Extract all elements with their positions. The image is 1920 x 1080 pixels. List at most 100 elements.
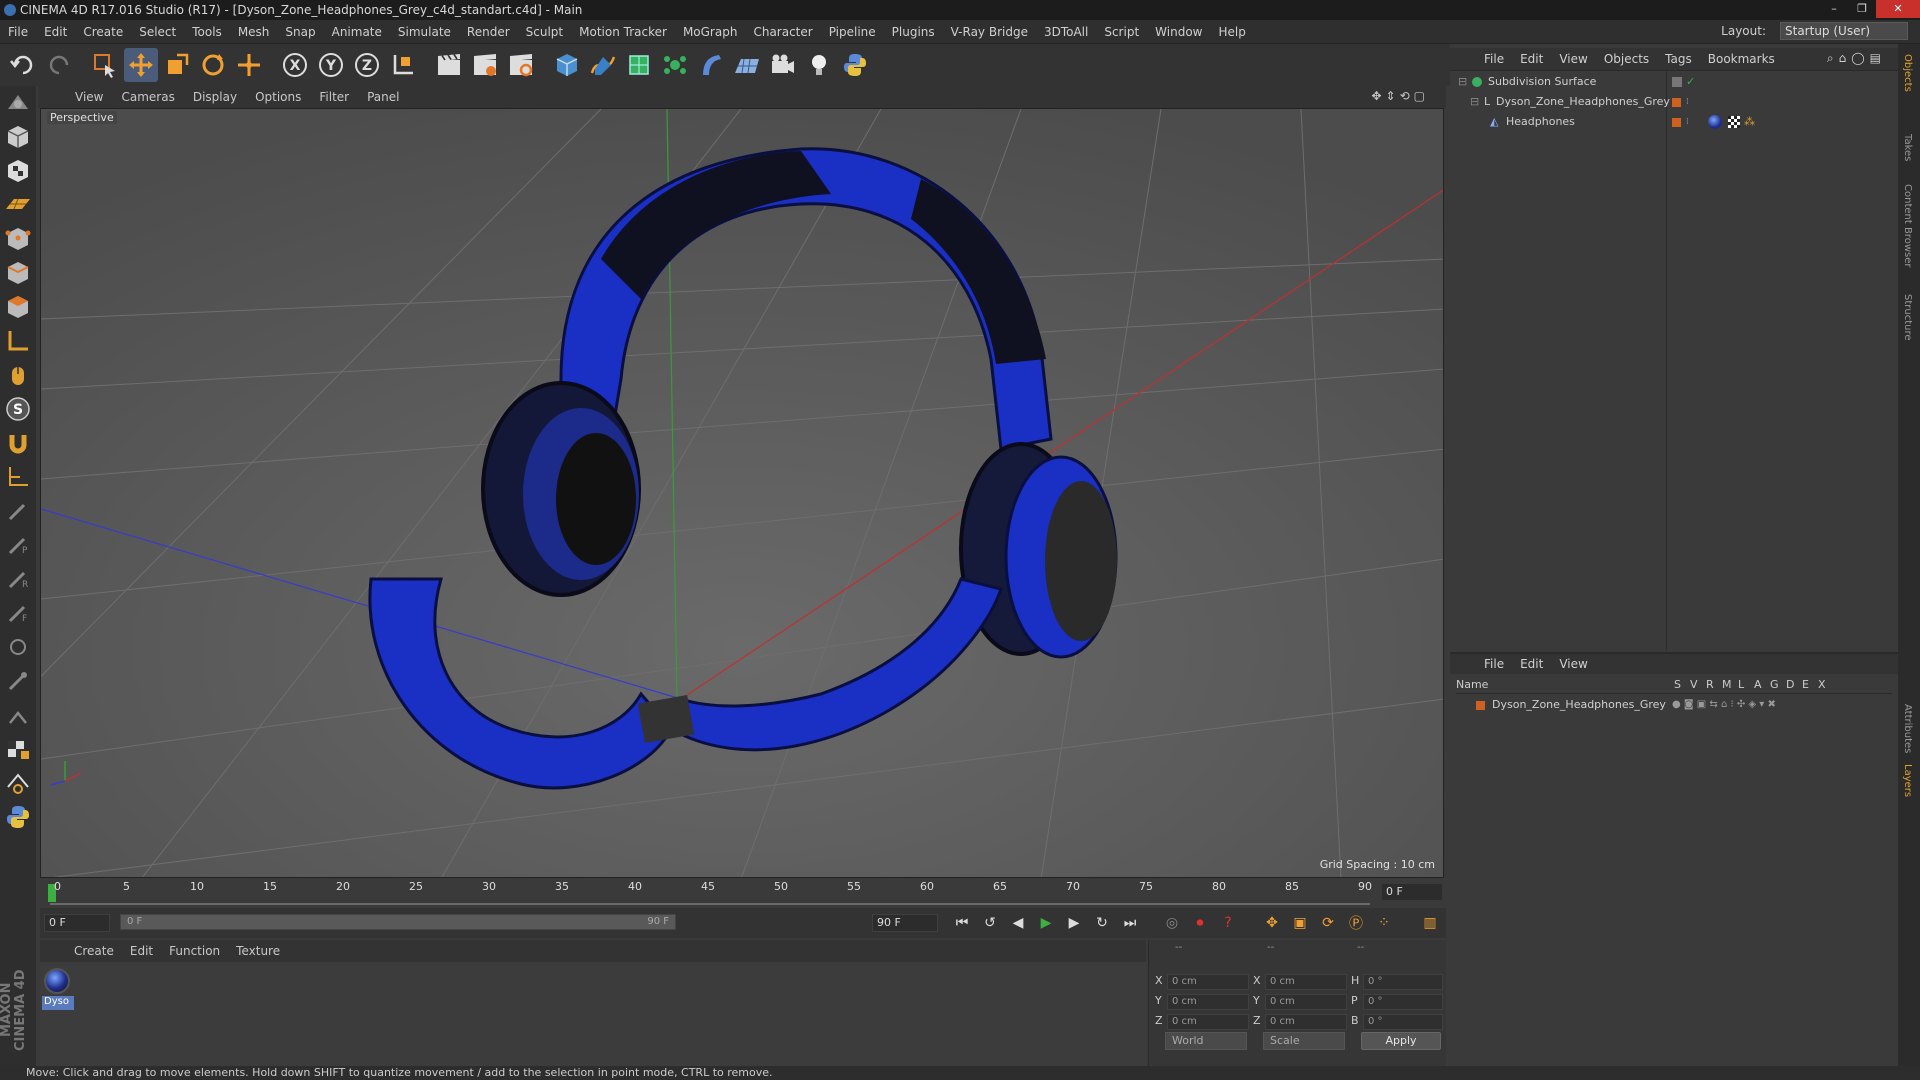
visibility-dots-icon[interactable]: ⁞ [1686, 113, 1689, 131]
menu-file[interactable]: File [0, 25, 36, 39]
polygons-mode-button[interactable] [0, 290, 36, 324]
tab-attributes[interactable]: Attributes [1902, 704, 1913, 753]
material-preview-icon[interactable] [44, 968, 70, 994]
render-to-picture-viewer-button[interactable] [468, 48, 502, 82]
rotate-tool-button[interactable] [196, 48, 230, 82]
menu-vray-bridge[interactable]: V-Ray Bridge [943, 25, 1036, 39]
render-settings-button[interactable] [504, 48, 538, 82]
points-mode-button[interactable] [0, 222, 36, 256]
lm-menu-edit[interactable]: Edit [1512, 657, 1551, 671]
add-cube-button[interactable] [550, 48, 584, 82]
coordinate-system-button[interactable] [386, 48, 420, 82]
tab-takes[interactable]: Takes [1902, 134, 1913, 161]
pull-brush-button[interactable]: P [0, 528, 36, 562]
add-floor-button[interactable] [730, 48, 764, 82]
menu-window[interactable]: Window [1147, 25, 1210, 39]
menu-animate[interactable]: Animate [324, 25, 390, 39]
add-camera-button[interactable] [766, 48, 800, 82]
texture-paint-button[interactable] [0, 732, 36, 766]
previous-frame-button[interactable]: ◀ [1006, 912, 1030, 934]
pos-x-field[interactable]: 0 cm [1167, 974, 1249, 990]
menu-sculpt[interactable]: Sculpt [518, 25, 571, 39]
add-deformer-button[interactable] [694, 48, 728, 82]
object-name[interactable]: Subdivision Surface [1488, 73, 1596, 91]
rot-b-field[interactable]: 0 ° [1363, 1014, 1443, 1030]
col-generators[interactable]: G [1770, 678, 1779, 691]
layer-swatch-icon[interactable] [1672, 98, 1681, 107]
key-rotation-button[interactable]: ⟳ [1316, 912, 1340, 934]
enabled-check-icon[interactable]: ✓ [1686, 73, 1695, 91]
pos-z-field[interactable]: 0 cm [1167, 1014, 1249, 1030]
viewport-menu-cameras[interactable]: Cameras [112, 90, 183, 104]
collapse-icon[interactable]: ⊟ [1470, 93, 1479, 111]
pinch-brush-button[interactable] [0, 698, 36, 732]
model-mode-button[interactable] [0, 120, 36, 154]
redo-button[interactable] [42, 48, 76, 82]
col-animation[interactable]: A [1754, 678, 1762, 691]
size-x-field[interactable]: 0 cm [1265, 974, 1347, 990]
add-mograph-button[interactable] [658, 48, 692, 82]
undo-button[interactable] [6, 48, 40, 82]
col-view[interactable]: V [1690, 678, 1698, 691]
menu-motion-tracker[interactable]: Motion Tracker [571, 25, 675, 39]
viewport-nav-icons[interactable]: ✥⇕⟲▢ [1362, 89, 1438, 103]
col-manager[interactable]: M [1722, 678, 1732, 691]
viewport-menu-view[interactable]: View [66, 90, 112, 104]
go-to-end-button[interactable]: ⏭ [1118, 912, 1142, 934]
viewport-menu-options[interactable]: Options [246, 90, 310, 104]
menu-3dtoall[interactable]: 3DToAll [1036, 25, 1096, 39]
tab-layers[interactable]: Layers [1902, 764, 1913, 797]
x-axis-lock-button[interactable]: X [278, 48, 312, 82]
snap-button[interactable]: S [0, 392, 36, 426]
add-light-button[interactable] [802, 48, 836, 82]
axis-mode-button[interactable] [0, 324, 36, 358]
make-editable-button[interactable] [0, 86, 36, 120]
perspective-viewport[interactable]: Perspective Grid Spacing : 10 cm [40, 108, 1444, 878]
col-xrefs[interactable]: X [1818, 678, 1826, 691]
viewport-menu-display[interactable]: Display [184, 90, 246, 104]
om-menu-tags[interactable]: Tags [1657, 52, 1700, 66]
pos-y-field[interactable]: 0 cm [1167, 994, 1249, 1010]
coordinate-mode-dropdown[interactable]: World [1165, 1032, 1247, 1050]
menu-mesh[interactable]: Mesh [230, 25, 278, 39]
record-keys-button[interactable]: ◎ [1160, 912, 1184, 934]
menu-create[interactable]: Create [75, 25, 131, 39]
auto-keying-button[interactable]: ⏺ [1188, 912, 1212, 934]
tab-content-browser[interactable]: Content Browser [1902, 184, 1913, 267]
material-name[interactable]: Dyso [42, 996, 74, 1010]
object-row[interactable]: ◭ Headphones ⁞ ⁂ [1450, 113, 1898, 131]
menu-select[interactable]: Select [131, 25, 184, 39]
col-solo[interactable]: S [1674, 678, 1681, 691]
smooth-brush-button[interactable]: R [0, 562, 36, 596]
uv-tool-button[interactable] [0, 766, 36, 800]
add-spline-button[interactable] [586, 48, 620, 82]
z-axis-lock-button[interactable]: Z [350, 48, 384, 82]
menu-simulate[interactable]: Simulate [390, 25, 459, 39]
key-point-level-button[interactable]: ⁘ [1372, 912, 1396, 934]
transform-mode-dropdown[interactable]: Scale [1263, 1032, 1345, 1050]
size-z-field[interactable]: 0 cm [1265, 1014, 1347, 1030]
go-to-start-button[interactable]: ⏮ [950, 912, 974, 934]
material-menu-texture[interactable]: Texture [228, 944, 288, 958]
python-script-button[interactable] [0, 800, 36, 834]
rot-p-field[interactable]: 0 ° [1363, 994, 1443, 1010]
move-tool-button[interactable] [124, 48, 158, 82]
menu-tools[interactable]: Tools [184, 25, 230, 39]
y-axis-lock-button[interactable]: Y [314, 48, 348, 82]
menu-help[interactable]: Help [1210, 25, 1253, 39]
object-name[interactable]: Headphones [1506, 113, 1575, 131]
menu-pipeline[interactable]: Pipeline [821, 25, 884, 39]
play-button[interactable]: ▶ [1034, 912, 1058, 934]
layer-toggle-icons[interactable]: ● ◙ ▣ ⇆ ⌂ ⁝ ✣ ◈ ▾ ✖ [1672, 696, 1776, 714]
layer-name[interactable]: Dyson_Zone_Headphones_Grey [1492, 696, 1666, 714]
col-expressions[interactable]: E [1802, 678, 1809, 691]
render-view-button[interactable] [432, 48, 466, 82]
lm-menu-file[interactable]: File [1476, 657, 1512, 671]
transform-tool-button[interactable] [232, 48, 266, 82]
current-frame-field[interactable]: 0 F [1382, 884, 1442, 900]
rot-h-field[interactable]: 0 ° [1363, 974, 1443, 990]
layer-color-swatch[interactable] [1476, 701, 1485, 710]
magnet-snap-button[interactable] [0, 426, 36, 460]
viewport-menu-filter[interactable]: Filter [310, 90, 358, 104]
size-y-field[interactable]: 0 cm [1265, 994, 1347, 1010]
